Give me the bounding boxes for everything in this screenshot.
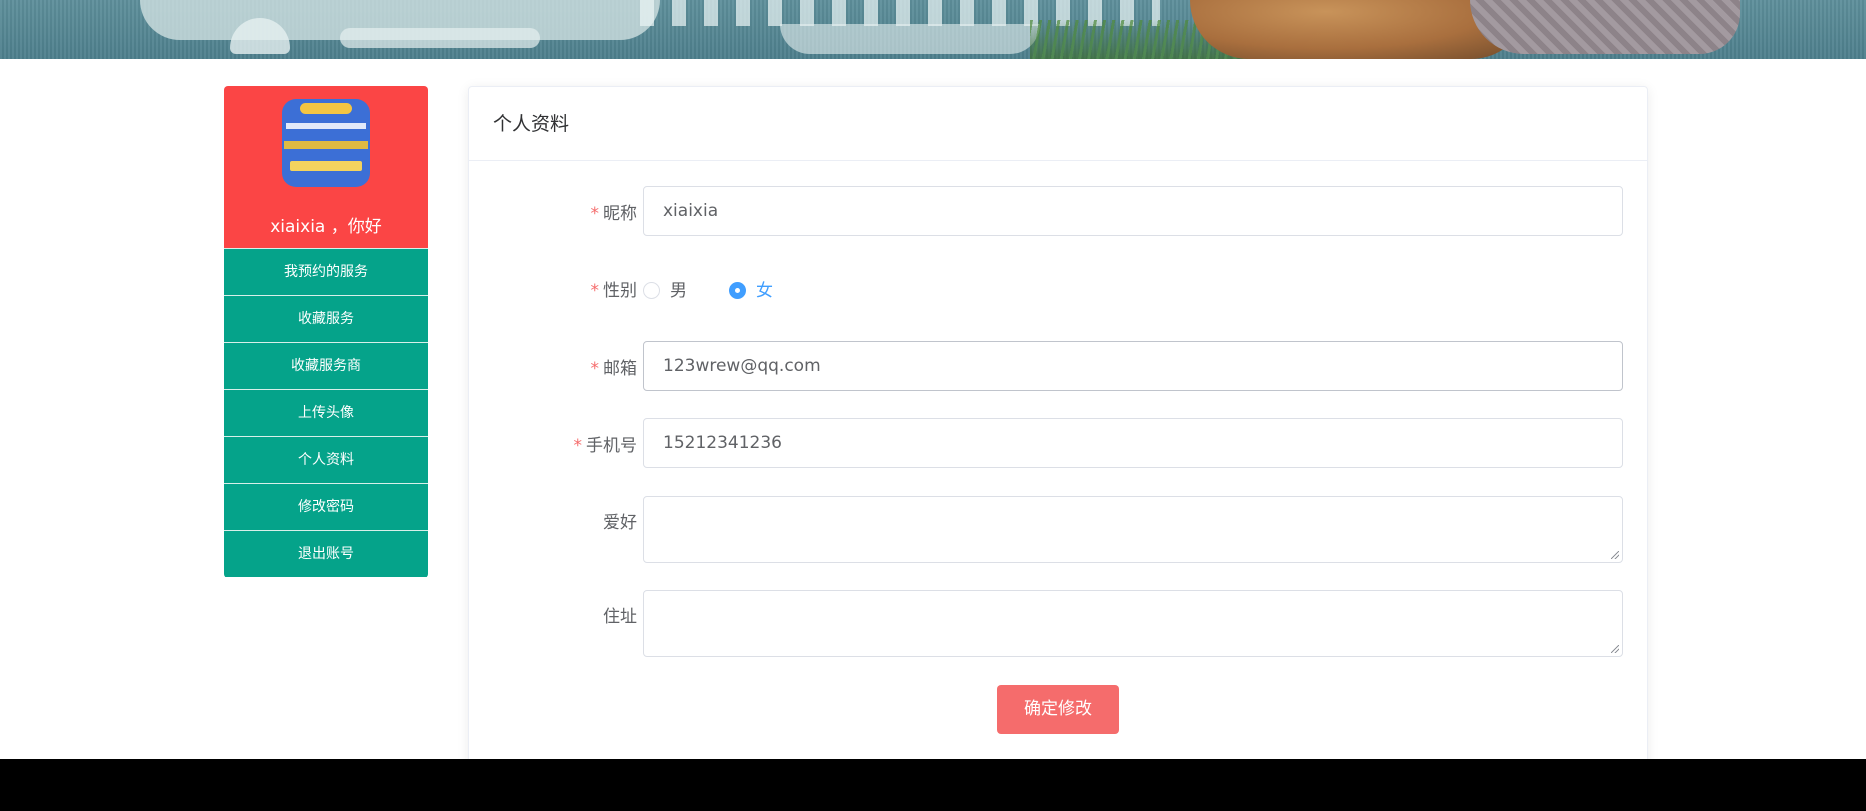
header-banner <box>0 0 1866 59</box>
page-title: 个人资料 <box>469 87 1647 161</box>
banner-cloth-image <box>1470 0 1740 54</box>
submit-button[interactable]: 确定修改 <box>997 685 1119 734</box>
gender-radio-male[interactable]: 男 <box>643 276 687 301</box>
avatar <box>282 99 370 187</box>
radio-circle-icon <box>643 282 660 299</box>
sidebar-item-my-appointments[interactable]: 我预约的服务 <box>224 248 428 295</box>
banner-decoration <box>340 28 540 48</box>
sidebar-item-logout[interactable]: 退出账号 <box>224 530 428 577</box>
greeting-username: xiaixia <box>270 217 326 237</box>
sidebar-item-favorite-services[interactable]: 收藏服务 <box>224 295 428 342</box>
gender-radio-female[interactable]: 女 <box>729 276 773 301</box>
sidebar-item-favorite-providers[interactable]: 收藏服务商 <box>224 342 428 389</box>
resize-handle-icon[interactable] <box>1611 551 1619 559</box>
nickname-label: * 昵称 <box>590 204 638 224</box>
hobby-label: 爱好 <box>603 513 637 533</box>
profile-box: xiaixia ，你好 <box>224 86 428 248</box>
greeting-text: xiaixia ，你好 <box>224 212 428 237</box>
banner-decoration <box>780 24 1040 54</box>
address-label: 住址 <box>603 607 637 627</box>
email-input[interactable]: 123wrew@qq.com <box>643 341 1623 391</box>
radio-checked-icon <box>729 282 746 299</box>
sidebar-item-profile[interactable]: 个人资料 <box>224 436 428 483</box>
profile-form-card: 个人资料 * 昵称 xiaixia * 性别 男 女 * 邮箱 123wrew@qq.… <box>468 86 1648 811</box>
phone-label: * 手机号 <box>573 436 638 456</box>
nickname-input[interactable]: xiaixia <box>643 186 1623 236</box>
gender-label: * 性别 <box>590 281 638 301</box>
resize-handle-icon[interactable] <box>1611 645 1619 653</box>
email-label: * 邮箱 <box>590 359 638 379</box>
greeting-suffix: ，你好 <box>330 217 382 237</box>
user-sidebar: xiaixia ，你好 我预约的服务 收藏服务 收藏服务商 上传头像 个人资料 … <box>224 86 428 578</box>
hobby-textarea[interactable] <box>643 496 1623 563</box>
sidebar-item-upload-avatar[interactable]: 上传头像 <box>224 389 428 436</box>
address-textarea[interactable] <box>643 590 1623 657</box>
footer-bar <box>0 759 1866 811</box>
phone-input[interactable]: 15212341236 <box>643 418 1623 468</box>
sidebar-item-change-password[interactable]: 修改密码 <box>224 483 428 530</box>
